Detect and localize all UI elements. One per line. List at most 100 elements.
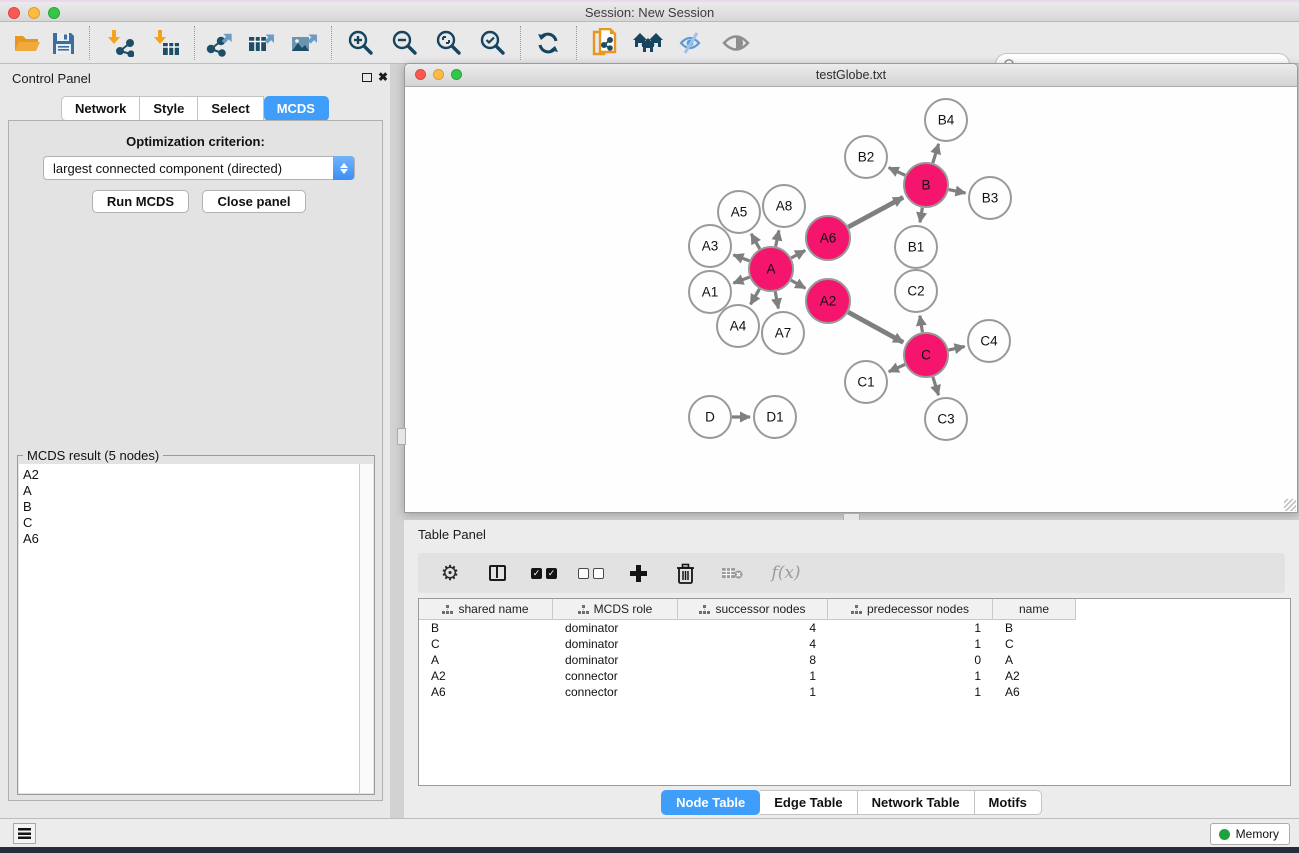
deselect-all-button[interactable] [578,560,604,586]
optimization-criterion-dropdown[interactable]: largest connected component (directed) [43,156,355,180]
graph-edge-B-B4[interactable] [933,144,939,163]
graph-node-B4[interactable]: B4 [925,99,967,141]
select-all-button[interactable]: ✓✓ [531,560,557,586]
graph-edge-A-A8[interactable] [776,230,779,246]
table-row[interactable]: Adominator80A [419,652,1290,668]
graph-node-C1[interactable]: C1 [845,361,887,403]
show-eye-button[interactable] [719,27,753,59]
graph-edge-A-A5[interactable] [751,234,760,249]
graph-node-D1[interactable]: D1 [754,396,796,438]
tab-node-table[interactable]: Node Table [661,790,760,815]
graph-node-A6[interactable]: A6 [806,216,850,260]
save-session-button[interactable] [46,27,80,59]
graph-node-A1[interactable]: A1 [689,271,731,313]
delete-column-button[interactable] [672,560,698,586]
tab-network[interactable]: Network [61,96,140,121]
graph-edge-B-B1[interactable] [920,208,922,223]
graph-node-D[interactable]: D [689,396,731,438]
tab-select[interactable]: Select [198,96,263,121]
graph-node-C3[interactable]: C3 [925,398,967,440]
vertical-split-grip[interactable] [397,428,406,445]
network-canvas[interactable]: B4 B2 B B3 A5A8A6 B1 A3 A C2 A1 A2 A4A7 C4 C C1 C3 D D1 [405,87,1297,512]
table-row[interactable]: A6connector11A6 [419,684,1290,700]
graph-node-A4[interactable]: A4 [717,305,759,347]
open-file-button[interactable] [10,27,44,59]
table-row[interactable]: Bdominator41B [419,620,1290,636]
tab-mcds[interactable]: MCDS [264,96,329,121]
result-list-item[interactable]: A2 [23,467,360,483]
duplicate-network-button[interactable] [588,27,622,59]
column-header-name[interactable]: name [993,599,1076,619]
graph-edge-A2-C[interactable] [848,312,903,342]
network-window-titlebar[interactable]: testGlobe.txt [405,64,1297,87]
column-header-mcds-role[interactable]: MCDS role [553,599,678,619]
tab-motifs[interactable]: Motifs [975,790,1042,815]
result-list-item[interactable]: A6 [23,531,360,547]
graph-edge-A-A4[interactable] [751,289,760,304]
graph-node-B[interactable]: B [904,163,948,207]
run-mcds-button[interactable]: Run MCDS [92,190,189,213]
graph-edge-A-A6[interactable] [791,250,805,258]
graph-node-A5[interactable]: A5 [718,191,760,233]
tab-style[interactable]: Style [140,96,198,121]
graph-node-A8[interactable]: A8 [763,185,805,227]
graph-edge-A-A7[interactable] [775,292,778,309]
graph-node-B1[interactable]: B1 [895,226,937,268]
zoom-fit-button[interactable] [432,27,466,59]
export-network-button[interactable] [201,27,235,59]
zoom-selected-button[interactable] [476,27,510,59]
export-image-button[interactable] [288,27,322,59]
column-header-successor-nodes[interactable]: successor nodes [678,599,828,619]
refresh-icon [535,30,561,56]
column-header-shared-name[interactable]: shared name [419,599,553,619]
result-list-item[interactable]: C [23,515,360,531]
result-list-scrollbar[interactable] [359,464,373,793]
float-panel-icon[interactable] [362,73,372,82]
dropdown-value: largest connected component (directed) [53,161,282,176]
zoom-out-button[interactable] [388,27,422,59]
delete-table-button[interactable] [719,560,745,586]
tab-network-table[interactable]: Network Table [858,790,975,815]
graph-edge-C-C3[interactable] [933,377,939,395]
graph-edge-A-A3[interactable] [733,255,749,261]
graph-edge-C-C4[interactable] [948,346,964,350]
graph-node-A[interactable]: A [749,247,793,291]
close-panel-button[interactable]: Close panel [202,190,306,213]
graph-node-A3[interactable]: A3 [689,225,731,267]
table-row[interactable]: Cdominator41C [419,636,1290,652]
table-row[interactable]: A2connector11A2 [419,668,1290,684]
graph-edge-B-B3[interactable] [949,190,966,193]
graph-node-B2[interactable]: B2 [845,136,887,178]
graph-edge-A6-B[interactable] [848,197,903,227]
column-header-predecessor-nodes[interactable]: predecessor nodes [828,599,993,619]
add-column-button[interactable] [625,560,651,586]
export-table-button[interactable] [245,27,279,59]
import-network-button[interactable] [103,27,137,59]
graph-edge-A-A2[interactable] [791,280,805,288]
graph-edge-C-C1[interactable] [889,364,905,371]
graph-node-C4[interactable]: C4 [968,320,1010,362]
result-list-item[interactable]: B [23,499,360,515]
refresh-button[interactable] [531,27,565,59]
graph-edge-C-C2[interactable] [920,316,923,333]
close-panel-icon[interactable]: ✖ [378,70,388,84]
graph-node-C[interactable]: C [904,333,948,377]
graph-node-A7[interactable]: A7 [762,312,804,354]
function-builder-button[interactable]: f(x) [766,560,806,586]
column-view-button[interactable] [484,560,510,586]
graph-edge-B-B2[interactable] [889,168,906,176]
graph-node-B3[interactable]: B3 [969,177,1011,219]
resize-grip-icon[interactable] [1284,499,1296,511]
home-button[interactable] [631,27,665,59]
import-table-button[interactable] [149,27,183,59]
graph-edge-A-A1[interactable] [733,277,749,283]
graph-node-A2[interactable]: A2 [806,279,850,323]
graph-node-C2[interactable]: C2 [895,270,937,312]
zoom-in-button[interactable] [344,27,378,59]
result-list-item[interactable]: A [23,483,360,499]
hide-panels-button[interactable] [674,27,708,59]
task-history-button[interactable] [13,823,36,844]
tab-edge-table[interactable]: Edge Table [760,790,857,815]
settings-gear-button[interactable]: ⚙ [437,560,463,586]
memory-button[interactable]: Memory [1210,823,1290,845]
